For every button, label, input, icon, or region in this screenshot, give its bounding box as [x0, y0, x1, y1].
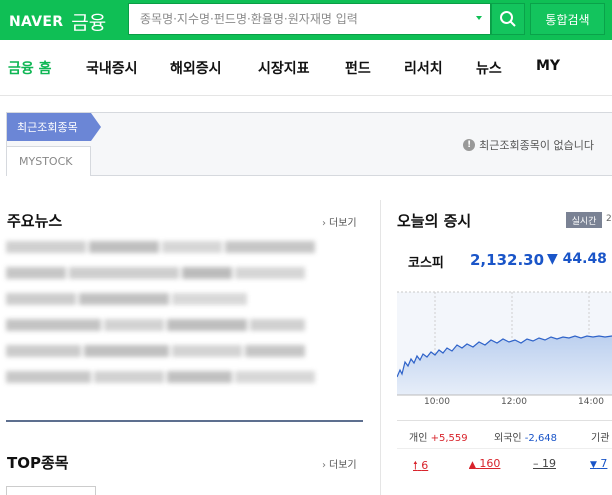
- tab-mystock[interactable]: MYSTOCK: [7, 146, 91, 176]
- arrow-up-icon: 🠕: [413, 459, 418, 472]
- column-divider: [380, 200, 381, 495]
- triangle-up-icon: ▲: [469, 460, 476, 470]
- section-divider: [6, 420, 363, 422]
- investor-value: -2,648: [524, 433, 558, 444]
- kospi-intraday-chart: [397, 291, 612, 396]
- news-item[interactable]: [6, 316, 308, 334]
- nav-my[interactable]: MY: [536, 58, 560, 74]
- index-name[interactable]: 코스피: [408, 252, 444, 271]
- nav-research[interactable]: 리서치: [404, 58, 443, 78]
- investor-label: 외국인: [494, 433, 522, 444]
- search-button[interactable]: [491, 3, 525, 35]
- realtime-badge[interactable]: 실시간: [566, 212, 602, 228]
- chart-tick-label: 14:00: [578, 397, 604, 407]
- naver-logo[interactable]: NAVER: [9, 14, 63, 30]
- total-search-button[interactable]: 통합검색: [530, 3, 605, 35]
- upper-limit-count[interactable]: 🠕 6: [413, 457, 428, 476]
- advance-count[interactable]: ▲ 160: [469, 457, 500, 470]
- news-title: 주요뉴스: [7, 212, 63, 230]
- investor-individual: 개인 +5,559: [409, 429, 468, 444]
- market-title: 오늘의 증시: [397, 212, 472, 230]
- investor-label: 기관: [591, 433, 610, 444]
- recent-empty-message: ! 최근조회종목이 없습니다: [463, 137, 594, 153]
- index-change: ▼ 44.48: [547, 251, 607, 267]
- recent-stocks-panel: 최근조회종목 MYSTOCK ! 최근조회종목이 없습니다: [6, 112, 612, 176]
- chart-tick-label: 12:00: [501, 397, 527, 407]
- dash-icon: –: [533, 457, 539, 470]
- top-header: NAVER 금융 통합검색: [0, 0, 612, 40]
- top-stocks-more-link[interactable]: 더보기: [322, 456, 357, 471]
- news-more-link[interactable]: 더보기: [322, 214, 357, 229]
- triangle-down-icon: ▼: [590, 460, 597, 470]
- nav-news[interactable]: 뉴스: [476, 58, 502, 78]
- info-icon: !: [463, 139, 476, 151]
- investor-value: +5,559: [430, 433, 468, 444]
- investor-foreign: 외국인 -2,648: [494, 429, 557, 444]
- news-list: [6, 238, 362, 398]
- search-box: [128, 3, 491, 35]
- tab-recent-stocks[interactable]: 최근조회종목: [7, 113, 101, 141]
- chart-tick-label: 10:00: [424, 397, 450, 407]
- search-dropdown-icon[interactable]: [476, 16, 482, 20]
- news-item[interactable]: [6, 264, 308, 282]
- news-item[interactable]: [6, 342, 308, 360]
- investor-label: 개인: [409, 433, 428, 444]
- unchanged-count[interactable]: – 19: [533, 457, 556, 470]
- advance-decline-row: 🠕 6 ▲ 160 – 19 ▼ 7: [397, 448, 612, 478]
- recent-empty-text: 최근조회종목이 없습니다: [479, 139, 594, 152]
- nav-domestic[interactable]: 국내증시: [86, 58, 138, 78]
- news-item[interactable]: [6, 290, 250, 308]
- search-icon: [500, 11, 516, 27]
- realtime-suffix: 2: [606, 214, 612, 224]
- news-item[interactable]: [6, 238, 318, 256]
- investor-row: 개인 +5,559 외국인 -2,648 기관: [397, 420, 612, 448]
- index-value: 2,132.30: [470, 251, 545, 269]
- nav-fund[interactable]: 펀드: [345, 58, 371, 78]
- naver-finance-logo[interactable]: NAVER 금융: [9, 8, 106, 35]
- nav-finance-home[interactable]: 금융 홈: [8, 58, 52, 78]
- top-stocks-tab[interactable]: [6, 486, 96, 495]
- nav-overseas[interactable]: 해외증시: [170, 58, 222, 78]
- nav-market-index[interactable]: 시장지표: [258, 58, 310, 78]
- top-stocks-title: TOP종목: [7, 454, 69, 472]
- investor-institution: 기관: [591, 429, 609, 444]
- news-item[interactable]: [6, 368, 318, 386]
- decline-count[interactable]: ▼ 7: [590, 457, 607, 470]
- main-nav: 금융 홈 국내증시 해외증시 시장지표 펀드 리서치 뉴스 MY: [0, 40, 612, 96]
- search-input[interactable]: [129, 4, 469, 34]
- finance-logo[interactable]: 금융: [71, 8, 106, 35]
